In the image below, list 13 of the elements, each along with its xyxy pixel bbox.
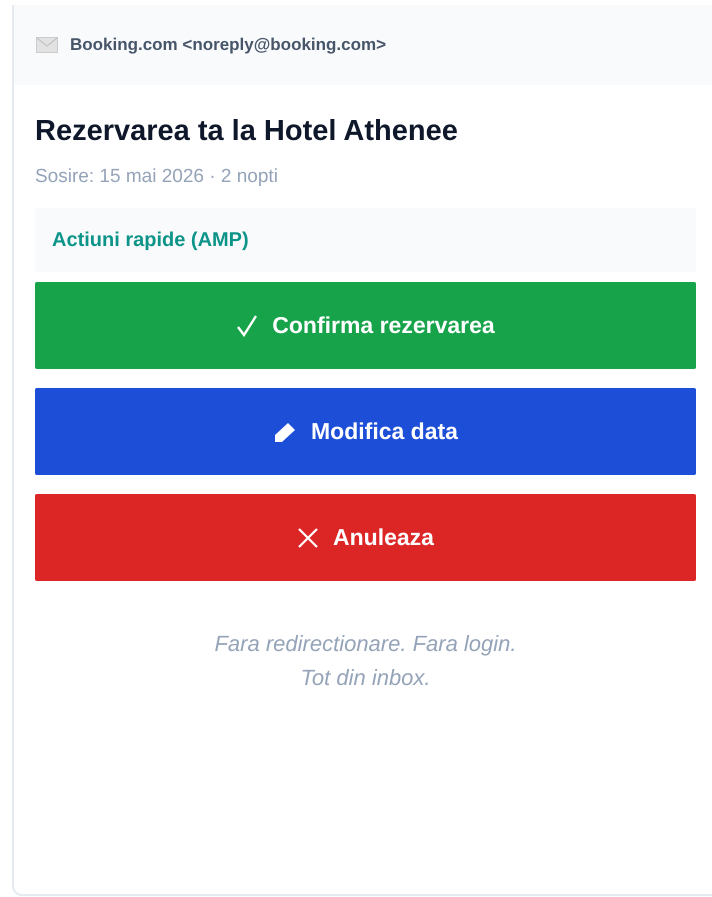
edit-date-button[interactable]: Modifica data [35, 388, 696, 475]
footer-note: Fara redirectionare. Fara login. [214, 630, 517, 658]
envelope-icon [36, 37, 58, 53]
email-sender: Booking.com <noreply@booking.com> [70, 35, 386, 55]
email-subject: Rezervarea ta la Hotel Athenee [35, 115, 459, 148]
cancel-button[interactable]: Anuleaza [35, 494, 696, 581]
arrival-info: Sosire: 15 mai 2026 · 2 nopti [35, 166, 279, 188]
confirm-button[interactable]: Confirma rezervarea [35, 282, 696, 369]
close-icon [297, 526, 319, 548]
checkmark-icon [236, 314, 258, 338]
footer-note: Tot din inbox. [300, 664, 431, 692]
pencil-icon [273, 420, 298, 442]
section-header: Actiuni rapide (AMP) [35, 208, 696, 272]
